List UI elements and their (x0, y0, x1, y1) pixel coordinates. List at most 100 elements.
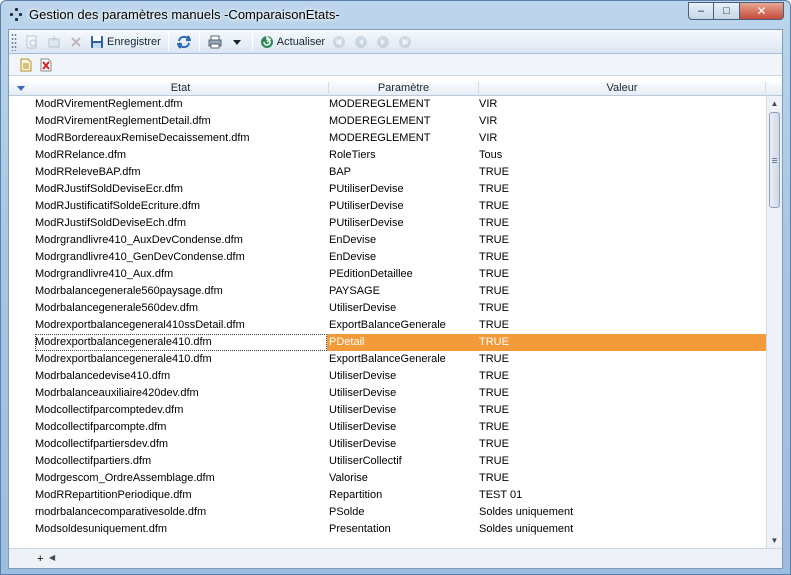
table-row[interactable]: ModRBordereauxRemiseDecaissement.dfm MODE… (33, 130, 766, 147)
cell-valeur[interactable]: TRUE (479, 181, 759, 198)
cell-valeur[interactable]: TRUE (479, 232, 759, 249)
cell-etat[interactable]: Modrexportbalancegenerale410.dfm (35, 351, 327, 368)
cell-parametre[interactable]: MODEREGLEMENT (329, 113, 477, 130)
scroll-left-icon[interactable]: ◀ (49, 553, 55, 562)
cell-parametre[interactable]: EnDevise (329, 249, 477, 266)
cell-etat[interactable]: ModRRelance.dfm (35, 147, 327, 164)
cell-valeur[interactable]: TRUE (479, 300, 759, 317)
close-button[interactable]: ✕ (740, 2, 784, 20)
cell-parametre[interactable]: Repartition (329, 487, 477, 504)
cell-parametre[interactable]: BAP (329, 164, 477, 181)
cell-etat[interactable]: Modcollectifparcomptedev.dfm (35, 402, 327, 419)
cell-parametre[interactable]: PAYSAGE (329, 283, 477, 300)
table-row[interactable]: Modcollectifpartiersdev.dfm UtiliserDevis… (33, 436, 766, 453)
table-row[interactable]: Modrbalancegenerale560paysage.dfm PAYSAGE… (33, 283, 766, 300)
cell-parametre[interactable]: PUtiliserDevise (329, 215, 477, 232)
cell-etat[interactable]: ModRJustificatifSoldeEcriture.dfm (35, 198, 327, 215)
cell-valeur[interactable]: TRUE (479, 470, 759, 487)
cell-parametre[interactable]: PUtiliserDevise (329, 181, 477, 198)
column-header-valeur[interactable]: Valeur (479, 82, 766, 96)
cell-etat[interactable]: Modrgescom_OrdreAssemblage.dfm (35, 470, 327, 487)
table-row[interactable]: Modrgrandlivre410_AuxDevCondense.dfm EnDe… (33, 232, 766, 249)
cell-valeur[interactable]: TEST 01 (479, 487, 759, 504)
table-row[interactable]: Modrbalancegenerale560dev.dfm UtiliserDev… (33, 300, 766, 317)
cell-etat[interactable]: Modrbalancedevise410.dfm (35, 368, 327, 385)
table-row[interactable]: Modcollectifparcompte.dfm UtiliserDevise T… (33, 419, 766, 436)
previous-record-button[interactable] (351, 32, 371, 52)
cell-parametre[interactable]: PDetail (327, 334, 477, 351)
table-row[interactable]: modrbalancecomparativesolde.dfm PSolde Sol… (33, 504, 766, 521)
cell-etat[interactable]: Modrbalancegenerale560paysage.dfm (35, 283, 327, 300)
cell-valeur[interactable]: TRUE (479, 266, 759, 283)
cell-valeur[interactable]: TRUE (479, 283, 759, 300)
cell-valeur[interactable]: TRUE (479, 215, 759, 232)
cell-etat[interactable]: Modcollectifpartiers.dfm (35, 453, 327, 470)
scroll-down-icon[interactable]: ▼ (767, 533, 782, 548)
table-row[interactable]: Modrgrandlivre410_Aux.dfm PEditionDetaill… (33, 266, 766, 283)
cell-valeur[interactable]: TRUE (477, 334, 766, 351)
add-row-button[interactable]: + (37, 553, 43, 565)
delete-document-button[interactable] (37, 55, 55, 75)
table-row[interactable]: ModRRepartitionPeriodique.dfm Repartition… (33, 487, 766, 504)
new-document-button[interactable] (17, 55, 35, 75)
refresh-button[interactable]: Actualiser (258, 32, 327, 52)
cell-etat[interactable]: Modrgrandlivre410_GenDevCondense.dfm (35, 249, 327, 266)
cell-parametre[interactable]: UtiliserDevise (329, 385, 477, 402)
cell-parametre[interactable]: UtiliserDevise (329, 402, 477, 419)
cell-etat[interactable]: Modrexportbalancegeneral410ssDetail.dfm (35, 317, 327, 334)
cell-etat[interactable]: Modrbalancegenerale560dev.dfm (35, 300, 327, 317)
cell-etat[interactable]: ModRReleveBAP.dfm (35, 164, 327, 181)
save-button[interactable]: Enregistrer (88, 32, 163, 52)
table-row[interactable]: Modcollectifparcomptedev.dfm UtiliserDevi… (33, 402, 766, 419)
minimize-button[interactable]: – (688, 2, 714, 20)
cell-parametre[interactable]: MODEREGLEMENT (329, 96, 477, 113)
cell-parametre[interactable]: EnDevise (329, 232, 477, 249)
table-row[interactable]: ModRRelance.dfm RoleTiers Tous (33, 147, 766, 164)
last-record-button[interactable] (395, 32, 415, 52)
table-row[interactable]: ModRJustificatifSoldeEcriture.dfm PUtilis… (33, 198, 766, 215)
cell-parametre[interactable]: PEditionDetaillee (329, 266, 477, 283)
table-row[interactable]: Modrexportbalancegenerale410.dfm ExportBa… (33, 351, 766, 368)
delete-record-button[interactable] (66, 32, 86, 52)
cell-parametre[interactable]: RoleTiers (329, 147, 477, 164)
table-row[interactable]: Modrexportbalancegenerale410.dfm PDetail T… (33, 334, 766, 351)
first-record-button[interactable] (329, 32, 349, 52)
cell-etat[interactable]: Modrexportbalancegenerale410.dfm (35, 334, 327, 351)
cell-parametre[interactable]: UtiliserDevise (329, 436, 477, 453)
cell-parametre[interactable]: Valorise (329, 470, 477, 487)
scroll-thumb[interactable] (769, 112, 780, 208)
scroll-up-icon[interactable]: ▲ (767, 96, 782, 111)
cell-etat[interactable]: Modcollectifpartiersdev.dfm (35, 436, 327, 453)
cell-parametre[interactable]: Presentation (329, 521, 477, 538)
title-bar[interactable]: Gestion des paramètres manuels -Comparai… (1, 1, 790, 29)
maximize-button[interactable]: □ (714, 2, 740, 20)
table-row[interactable]: Modrbalanceauxiliaire420dev.dfm UtiliserD… (33, 385, 766, 402)
table-row[interactable]: Modcollectifpartiers.dfm UtiliserCollecti… (33, 453, 766, 470)
cell-valeur[interactable]: Soldes uniquement (479, 521, 759, 538)
print-button[interactable] (205, 32, 225, 52)
table-row[interactable]: Modrbalancedevise410.dfm UtiliserDevise TR… (33, 368, 766, 385)
table-row[interactable]: Modrexportbalancegeneral410ssDetail.dfm E… (33, 317, 766, 334)
sort-arrow-icon[interactable] (17, 86, 25, 91)
cell-valeur[interactable]: TRUE (479, 385, 759, 402)
table-row[interactable]: ModRReleveBAP.dfm BAP TRUE (33, 164, 766, 181)
cell-etat[interactable]: Modrgrandlivre410_AuxDevCondense.dfm (35, 232, 327, 249)
cell-etat[interactable]: Modsoldesuniquement.dfm (35, 521, 327, 538)
cell-etat[interactable]: modrbalancecomparativesolde.dfm (35, 504, 327, 521)
cell-valeur[interactable]: TRUE (479, 402, 759, 419)
cell-etat[interactable]: ModRJustifSoldDeviseEch.dfm (35, 215, 327, 232)
sync-button[interactable] (174, 32, 194, 52)
cell-valeur[interactable]: TRUE (479, 164, 759, 181)
app-icon[interactable] (9, 8, 23, 22)
cell-parametre[interactable]: UtiliserDevise (329, 419, 477, 436)
column-header-parametre[interactable]: Paramètre (329, 82, 479, 96)
cell-parametre[interactable]: MODEREGLEMENT (329, 130, 477, 147)
cell-valeur[interactable]: TRUE (479, 368, 759, 385)
table-row[interactable]: ModRJustifSoldDeviseEch.dfm PUtiliserDevi… (33, 215, 766, 232)
cell-valeur[interactable]: TRUE (479, 198, 759, 215)
cell-valeur[interactable]: TRUE (479, 453, 759, 470)
cell-etat[interactable]: ModRVirementReglementDetail.dfm (35, 113, 327, 130)
cell-etat[interactable]: ModRVirementReglement.dfm (35, 96, 327, 113)
table-row[interactable]: Modsoldesuniquement.dfm Presentation Solde… (33, 521, 766, 538)
table-row[interactable]: ModRVirementReglement.dfm MODEREGLEMENT VI… (33, 96, 766, 113)
